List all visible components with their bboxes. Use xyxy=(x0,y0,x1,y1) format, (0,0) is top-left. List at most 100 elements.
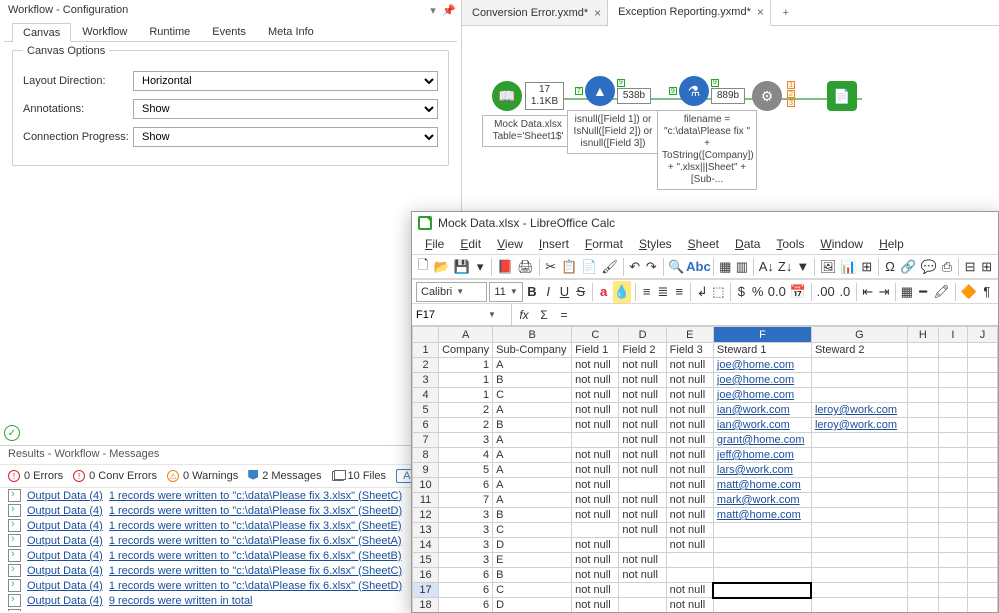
cell[interactable] xyxy=(967,553,997,568)
sum-icon[interactable]: Σ xyxy=(534,305,554,325)
message-row[interactable]: Output Data (4)1 records were written to… xyxy=(0,563,462,578)
image-icon[interactable]: 🖼 xyxy=(819,256,838,278)
cell[interactable]: 2 xyxy=(439,418,493,433)
cell[interactable]: C xyxy=(493,523,572,538)
undo-icon[interactable]: ↶ xyxy=(627,256,642,278)
cell[interactable]: 4 xyxy=(439,448,493,463)
cell[interactable]: 6 xyxy=(439,568,493,583)
macro-anchor[interactable]: 1 xyxy=(787,81,795,89)
cell[interactable] xyxy=(811,538,907,553)
strike-icon[interactable]: S xyxy=(574,281,588,303)
cell[interactable]: ian@work.com xyxy=(713,418,811,433)
filter-files[interactable]: 10 Files xyxy=(332,470,387,482)
menu-file[interactable]: File xyxy=(418,236,451,252)
col-header-D[interactable]: D xyxy=(619,327,666,343)
cell[interactable] xyxy=(907,388,938,403)
cell[interactable] xyxy=(967,493,997,508)
cell[interactable] xyxy=(938,343,967,358)
cell[interactable] xyxy=(938,373,967,388)
find-icon[interactable]: 🔍 xyxy=(667,256,685,278)
indent-dec-icon[interactable]: ⇤ xyxy=(861,281,875,303)
cell[interactable] xyxy=(967,373,997,388)
cell[interactable] xyxy=(907,343,938,358)
corner-cell[interactable] xyxy=(413,327,439,343)
out-anchor[interactable]: 9 xyxy=(617,79,625,87)
cell[interactable] xyxy=(811,388,907,403)
message-text[interactable]: 1 records were written to "c:\data\Pleas… xyxy=(109,580,402,592)
row-header[interactable]: 4 xyxy=(413,388,439,403)
cell[interactable]: 3 xyxy=(439,553,493,568)
wrap-icon[interactable]: ↲ xyxy=(695,281,709,303)
row-header[interactable]: 7 xyxy=(413,433,439,448)
message-row[interactable]: Output Data (4)9 records were written in… xyxy=(0,593,462,608)
cell[interactable]: not null xyxy=(619,463,666,478)
col-header-G[interactable]: G xyxy=(811,327,907,343)
close-icon[interactable]: × xyxy=(594,6,601,20)
row-header[interactable]: 2 xyxy=(413,358,439,373)
node-macro[interactable]: ⚙ 1 2 3 xyxy=(752,81,795,111)
clone-format-icon[interactable]: 🖌 xyxy=(600,256,619,278)
freeze-icon[interactable]: ⊟ xyxy=(963,256,978,278)
cell[interactable] xyxy=(938,433,967,448)
row-header[interactable]: 14 xyxy=(413,538,439,553)
cell[interactable]: not null xyxy=(666,418,713,433)
cond-format-icon[interactable]: 🔶 xyxy=(959,281,977,303)
cell[interactable]: A xyxy=(493,448,572,463)
cell[interactable]: A xyxy=(493,463,572,478)
cut-icon[interactable]: ✂ xyxy=(543,256,558,278)
cell[interactable]: not null xyxy=(572,448,619,463)
cell[interactable]: not null xyxy=(619,568,666,583)
cell[interactable] xyxy=(907,493,938,508)
cell[interactable] xyxy=(811,373,907,388)
message-row[interactable]: Output Data (4)1 records were written to… xyxy=(0,503,462,518)
cell[interactable] xyxy=(907,358,938,373)
cell[interactable] xyxy=(938,553,967,568)
cell[interactable] xyxy=(967,583,997,598)
calc-title-bar[interactable]: Mock Data.xlsx - LibreOffice Calc xyxy=(412,212,998,234)
date-icon[interactable]: 📅 xyxy=(789,281,807,303)
cell[interactable] xyxy=(713,553,811,568)
cell[interactable] xyxy=(967,463,997,478)
message-text[interactable]: 1 records were written to "c:\data\Pleas… xyxy=(109,535,402,547)
row-header[interactable]: 5 xyxy=(413,403,439,418)
filter-conv-errors[interactable]: !0 Conv Errors xyxy=(73,470,157,482)
message-source[interactable]: Output Data (4) xyxy=(27,595,103,607)
cell[interactable]: D xyxy=(493,538,572,553)
cell[interactable]: not null xyxy=(619,508,666,523)
cell[interactable] xyxy=(907,583,938,598)
spellcheck-icon[interactable]: Abc xyxy=(687,256,709,278)
filter-warnings[interactable]: ⚠0 Warnings xyxy=(167,470,238,482)
dec-inc-icon[interactable]: .00 xyxy=(816,281,836,303)
message-text[interactable]: 1 records were written to "c:\data\Pleas… xyxy=(109,550,402,562)
cell[interactable] xyxy=(811,508,907,523)
opt-select-1[interactable]: Show xyxy=(133,99,438,119)
fx-wizard-icon[interactable]: fx xyxy=(514,305,534,325)
align-left-icon[interactable]: ≡ xyxy=(640,281,654,303)
message-source[interactable]: Designer x64 xyxy=(27,610,95,612)
message-row[interactable]: Output Data (4)1 records were written to… xyxy=(0,533,462,548)
col-header-F[interactable]: F xyxy=(713,327,811,343)
cell[interactable]: not null xyxy=(666,373,713,388)
cell[interactable]: not null xyxy=(619,388,666,403)
cell[interactable]: A xyxy=(493,403,572,418)
cell[interactable]: 6 xyxy=(439,598,493,613)
cell[interactable] xyxy=(967,448,997,463)
cell[interactable]: Steward 1 xyxy=(713,343,811,358)
filter-errors[interactable]: !0 Errors xyxy=(8,470,63,482)
cell[interactable]: 1 xyxy=(439,388,493,403)
font-size-dropdown[interactable]: 11▼ xyxy=(489,282,522,302)
config-tab-runtime[interactable]: Runtime xyxy=(138,22,201,41)
message-source[interactable]: Output Data (4) xyxy=(27,550,103,562)
message-text[interactable]: 1 records were written to "c:\data\Pleas… xyxy=(109,565,402,577)
col-header-B[interactable]: B xyxy=(493,327,572,343)
cell[interactable] xyxy=(907,508,938,523)
cell[interactable]: not null xyxy=(572,538,619,553)
cell[interactable] xyxy=(572,523,619,538)
cell[interactable]: 1 xyxy=(439,358,493,373)
cell[interactable] xyxy=(619,583,666,598)
cell[interactable] xyxy=(907,553,938,568)
message-row[interactable]: Designer x64Finished running Exception R… xyxy=(0,608,462,611)
cell[interactable]: joe@home.com xyxy=(713,373,811,388)
cell[interactable]: A xyxy=(493,358,572,373)
cell[interactable] xyxy=(938,568,967,583)
